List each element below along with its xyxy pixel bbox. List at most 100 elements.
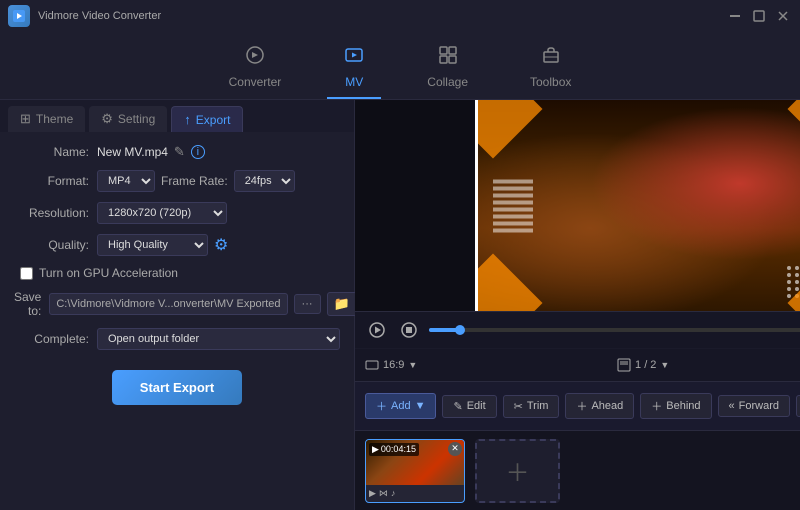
path-dots-button[interactable]: ··· <box>294 294 321 314</box>
tab-converter-label: Converter <box>229 75 282 89</box>
behind-icon: ＋ <box>651 398 662 414</box>
title-bar: Vidmore Video Converter <box>0 0 800 32</box>
frame-rate-label: Frame Rate: <box>161 174 228 188</box>
save-row: Save to: C:\Vidmore\Vidmore V...onverter… <box>14 290 340 318</box>
timeline-close-button[interactable]: ✕ <box>448 442 462 456</box>
page-chevron-icon: ▼ <box>660 360 669 370</box>
save-control: C:\Vidmore\Vidmore V...onverter\MV Expor… <box>49 292 356 316</box>
resolution-select[interactable]: 1280x720 (720p) 1920x1080 (1080p) 3840x2… <box>97 202 227 224</box>
complete-control: Open output folder Do nothing <box>97 328 340 350</box>
panel-tab-theme[interactable]: ⊞ Theme <box>8 106 85 132</box>
right-panel: ✕ <box>355 100 800 510</box>
open-folder-button[interactable]: 📁 <box>327 292 357 316</box>
main-nav: Converter MV Collage Toolbox <box>0 32 800 100</box>
export-arrow-icon: ↑ <box>184 112 191 127</box>
quality-label: Quality: <box>14 238 89 252</box>
progress-bar[interactable] <box>429 328 800 332</box>
ahead-icon: ＋ <box>576 398 587 414</box>
theme-grid-icon: ⊞ <box>20 111 31 127</box>
quality-control: High Quality Medium Quality Low Quality … <box>97 234 340 256</box>
format-control: MP4 MKV AVI Frame Rate: 24fps 30fps 60fp… <box>97 170 340 192</box>
start-export-button[interactable]: Start Export <box>112 370 242 405</box>
video-content: ✕ <box>478 100 800 311</box>
complete-row: Complete: Open output folder Do nothing <box>14 328 340 350</box>
app-title: Vidmore Video Converter <box>38 10 726 22</box>
app-logo <box>8 5 30 27</box>
quality-settings-button[interactable]: ⚙ <box>214 235 228 255</box>
tab-mv[interactable]: MV <box>327 38 381 99</box>
format-row: Format: MP4 MKV AVI Frame Rate: 24fps 30… <box>14 170 340 192</box>
main-layout: ⊞ Theme ⚙ Setting ↑ Export Name: New MV.… <box>0 100 800 510</box>
edit-button[interactable]: ✎ Edit <box>442 395 496 418</box>
stripes-decoration <box>493 179 533 232</box>
trim-icon: ✂ <box>514 400 523 413</box>
gpu-checkbox[interactable] <box>20 267 33 280</box>
tab-mv-label: MV <box>345 75 363 89</box>
timeline-add-button[interactable]: ＋ <box>475 439 560 503</box>
progress-fill <box>429 328 460 332</box>
page-display: 1 / 2 <box>635 359 656 371</box>
format-label: Format: <box>14 174 89 188</box>
timeline: ▶ 00:04:15 ✕ ▶ ⋈ ♪ ＋ <box>355 430 800 510</box>
timeline-duration: ▶ 00:04:15 <box>369 443 419 456</box>
name-row: Name: New MV.mp4 ✎ i <box>14 144 340 160</box>
minimize-button[interactable] <box>726 7 744 25</box>
timeline-action-icons: ▶ ⋈ ♪ <box>369 488 395 499</box>
player-controls: 00:00:02.21/00:04:15.12 🔊 <box>355 311 800 348</box>
preview-area: ✕ <box>355 100 800 311</box>
stop-button[interactable] <box>397 318 421 342</box>
bottom-toolbar: ＋ Add ▼ ✎ Edit ✂ Trim ＋ Ahead ＋ Behind « <box>355 381 800 430</box>
tab-collage[interactable]: Collage <box>411 38 484 99</box>
resolution-row: Resolution: 1280x720 (720p) 1920x1080 (1… <box>14 202 340 224</box>
aspect-ratio: 16:9 <box>383 359 404 371</box>
forward-button[interactable]: « Forward <box>718 395 790 417</box>
forward-icon: « <box>729 400 735 412</box>
save-path: C:\Vidmore\Vidmore V...onverter\MV Expor… <box>49 293 287 315</box>
ratio-control[interactable]: 16:9 ▼ <box>365 358 417 372</box>
name-control: New MV.mp4 ✎ i <box>97 144 340 160</box>
maximize-button[interactable] <box>750 7 768 25</box>
timeline-item[interactable]: ▶ 00:04:15 ✕ ▶ ⋈ ♪ <box>365 439 465 503</box>
secondary-controls: 16:9 ▼ 1 / 2 ▼ Start Export <box>355 348 800 381</box>
resolution-label: Resolution: <box>14 206 89 220</box>
quality-row: Quality: High Quality Medium Quality Low… <box>14 234 340 256</box>
behind-button[interactable]: ＋ Behind <box>640 393 711 419</box>
complete-label: Complete: <box>14 332 89 346</box>
play-button[interactable] <box>365 318 389 342</box>
name-label: Name: <box>14 145 89 159</box>
name-value: New MV.mp4 <box>97 145 168 159</box>
ahead-button[interactable]: ＋ Ahead <box>565 393 634 419</box>
format-select[interactable]: MP4 MKV AVI <box>97 170 155 192</box>
trim-button[interactable]: ✂ Trim <box>503 395 560 418</box>
complete-select[interactable]: Open output folder Do nothing <box>97 328 340 350</box>
gpu-label[interactable]: Turn on GPU Acceleration <box>39 266 178 280</box>
resolution-control: 1280x720 (720p) 1920x1080 (1080p) 3840x2… <box>97 202 340 224</box>
add-chevron-icon: ▼ <box>415 400 426 412</box>
timeline-audio-icon: ♪ <box>391 488 396 499</box>
backward-button[interactable]: » Backward <box>796 395 800 417</box>
collage-icon <box>437 44 459 71</box>
export-form: Name: New MV.mp4 ✎ i Format: MP4 MKV AVI… <box>0 132 354 510</box>
page-control[interactable]: 1 / 2 ▼ <box>617 358 669 372</box>
video-frame: ✕ <box>475 100 800 311</box>
panel-tab-export[interactable]: ↑ Export <box>171 106 243 132</box>
tab-toolbox[interactable]: Toolbox <box>514 38 587 99</box>
frame-rate-select[interactable]: 24fps 30fps 60fps <box>234 170 295 192</box>
quality-select[interactable]: High Quality Medium Quality Low Quality <box>97 234 208 256</box>
info-icon[interactable]: i <box>191 145 205 159</box>
close-button[interactable] <box>774 7 792 25</box>
edit-icon: ✎ <box>453 400 462 413</box>
setting-gear-icon: ⚙ <box>101 111 113 127</box>
timeline-trim-icon: ⋈ <box>379 488 388 499</box>
panel-tab-setting[interactable]: ⚙ Setting <box>89 106 167 132</box>
tab-converter[interactable]: Converter <box>213 38 298 99</box>
video-preview: ✕ <box>475 100 800 311</box>
left-panel: ⊞ Theme ⚙ Setting ↑ Export Name: New MV.… <box>0 100 355 510</box>
mv-icon <box>343 44 365 71</box>
edit-name-icon[interactable]: ✎ <box>174 144 185 160</box>
tab-toolbox-label: Toolbox <box>530 75 571 89</box>
window-controls <box>726 7 792 25</box>
converter-icon <box>244 44 266 71</box>
panel-tabs: ⊞ Theme ⚙ Setting ↑ Export <box>0 100 354 132</box>
add-button[interactable]: ＋ Add ▼ <box>365 393 436 419</box>
